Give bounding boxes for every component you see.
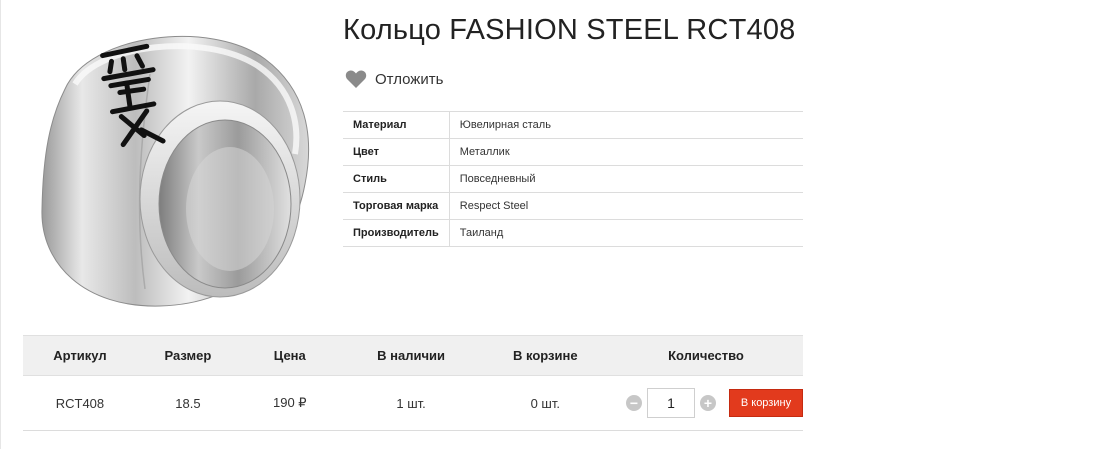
spec-key: Материал [343,111,450,139]
spec-value: Металлик [449,138,803,166]
page-border [0,0,1,449]
wishlist-button[interactable]: Отложить [345,69,443,89]
spec-row: Торговая марка Respect Steel [343,192,803,220]
order-header-row: Артикул Размер Цена В наличии В корзине … [23,335,803,376]
spec-value: Ювелирная сталь [449,111,803,139]
cell-quantity: − + В корзину [608,375,803,431]
spec-key: Производитель [343,219,450,247]
spec-row: Стиль Повседневный [343,165,803,193]
product-image[interactable] [30,14,330,314]
spec-row: Цвет Металлик [343,138,803,166]
cell-in-cart: 0 шт. [481,375,609,431]
header-in-cart: В корзине [481,335,609,376]
heart-icon [345,70,367,88]
header-in-stock: В наличии [340,335,482,376]
header-size: Размер [136,335,239,376]
specs-table: Материал Ювелирная сталь Цвет Металлик С… [343,111,803,247]
cell-price: 190 ₽ [238,375,341,431]
spec-value: Respect Steel [449,192,803,220]
cell-size: 18.5 [136,375,239,431]
product-title: Кольцо FASHION STEEL RCT408 [343,14,796,46]
spec-key: Цвет [343,138,450,166]
ring-image [41,35,310,307]
quantity-stepper: − + В корзину [609,388,803,418]
decrement-button[interactable]: − [625,395,642,411]
order-table: Артикул Размер Цена В наличии В корзине … [23,335,803,431]
header-price: Цена [238,335,341,376]
quantity-input[interactable] [646,388,695,418]
order-row: RCT408 18.5 190 ₽ 1 шт. 0 шт. − + В корз… [23,375,803,431]
spec-value: Таиланд [449,219,803,247]
wishlist-label: Отложить [375,70,444,88]
spec-row: Производитель Таиланд [343,219,803,247]
spec-row: Материал Ювелирная сталь [343,111,803,139]
cell-sku: RCT408 [23,375,137,431]
header-quantity: Количество [608,335,803,376]
cell-in-stock: 1 шт. [340,375,482,431]
spec-key: Торговая марка [343,192,450,220]
increment-button[interactable]: + [699,395,716,411]
header-sku: Артикул [23,335,137,376]
spec-key: Стиль [343,165,450,193]
add-to-cart-button[interactable]: В корзину [728,389,803,417]
spec-value: Повседневный [449,165,803,193]
